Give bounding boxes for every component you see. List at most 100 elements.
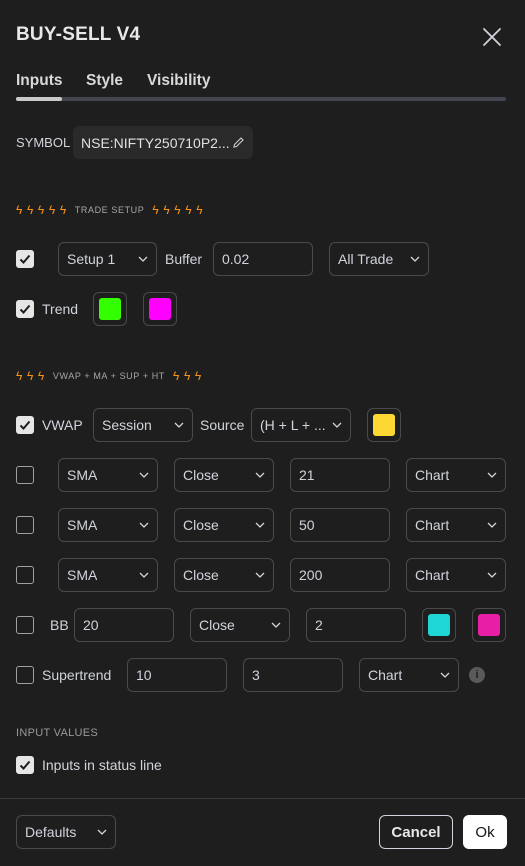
bb-length-input[interactable]: 20 [74,608,174,642]
trend-down-color-swatch[interactable] [143,292,177,326]
bb-source-select[interactable]: Close [190,608,290,642]
symbol-label: SYMBOL [16,135,71,150]
setup-select-value: Setup 1 [67,251,116,267]
bolt-icon: ϟ [163,203,171,217]
trade-mode-select[interactable]: All Trade [329,242,429,276]
ma2-checkbox[interactable] [16,516,34,534]
ma3-checkbox[interactable] [16,566,34,584]
ma1-type-value: SMA [67,467,98,483]
cancel-button[interactable]: Cancel [379,815,453,849]
ma2-source-select[interactable]: Close [174,508,274,542]
footer-divider [0,798,525,799]
chevron-down-icon [139,472,149,478]
bb-source-value: Close [199,617,235,633]
chevron-down-icon [139,522,149,528]
ma2-length-input[interactable]: 50 [290,508,390,542]
tab-visibility[interactable]: Visibility [147,72,210,90]
chevron-down-icon [487,572,497,578]
chevron-down-icon [174,422,184,428]
chevron-down-icon [487,522,497,528]
setup-checkbox[interactable] [16,250,34,268]
bb-mult-input[interactable]: 2 [306,608,406,642]
vwap-checkbox[interactable] [16,416,34,434]
trend-checkbox[interactable] [16,300,34,318]
ma3-source-value: Close [183,567,219,583]
bolt-icon: ϟ [152,203,160,217]
bb-upper-color-swatch[interactable] [422,608,456,642]
ma2-source-value: Close [183,517,219,533]
bolt-icon: ϟ [26,369,34,383]
ma2-timeframe-select[interactable]: Chart [406,508,506,542]
chevron-down-icon [139,572,149,578]
supertrend-checkbox[interactable] [16,666,34,684]
chevron-down-icon [255,472,265,478]
source-label: Source [200,417,245,433]
bb-checkbox[interactable] [16,616,34,634]
ma1-source-select[interactable]: Close [174,458,274,492]
input-values-header: INPUT VALUES [16,727,99,739]
color-fill [149,298,171,320]
color-fill [373,414,395,436]
tab-style[interactable]: Style [86,72,123,90]
ma1-timeframe-select[interactable]: Chart [406,458,506,492]
chevron-down-icon [255,522,265,528]
chevron-down-icon [332,422,342,428]
color-fill [428,614,450,636]
chevron-down-icon [255,572,265,578]
trade-setup-header: ϟϟϟϟϟ TRADE SETUP ϟϟϟϟϟ [16,203,203,217]
symbol-field[interactable]: NSE:NIFTY250710P2... [73,126,253,159]
bb-label: BB [50,617,69,633]
bolt-icon: ϟ [172,369,180,383]
bolt-icon: ϟ [48,203,56,217]
buffer-input[interactable]: 0.02 [213,242,313,276]
check-icon [19,304,31,314]
bb-lower-color-swatch[interactable] [472,608,506,642]
chevron-down-icon [487,472,497,478]
info-icon[interactable]: i [469,667,485,683]
vwap-anchor-value: Session [102,417,152,433]
status-line-checkbox[interactable] [16,756,34,774]
bolt-icon: ϟ [16,369,23,383]
ma3-source-select[interactable]: Close [174,558,274,592]
ma1-length-input[interactable]: 21 [290,458,390,492]
vwap-color-swatch[interactable] [367,408,401,442]
color-fill [99,298,121,320]
ma3-type-select[interactable]: SMA [58,558,158,592]
bolt-icon: ϟ [196,203,204,217]
ma1-type-select[interactable]: SMA [58,458,158,492]
vwap-section-header: ϟϟϟ VWAP + MA + SUP + HT ϟϟϟ [16,369,202,383]
ma3-length-input[interactable]: 200 [290,558,390,592]
vwap-label: VWAP [42,417,83,433]
chevron-down-icon [440,672,450,678]
bolt-icon: ϟ [37,203,45,217]
chevron-down-icon [138,256,148,262]
trend-up-color-swatch[interactable] [93,292,127,326]
tab-inputs[interactable]: Inputs [16,72,63,90]
ma3-timeframe-select[interactable]: Chart [406,558,506,592]
bolt-icon: ϟ [16,203,23,217]
supertrend-period-input[interactable]: 10 [127,658,227,692]
trade-setup-title: TRADE SETUP [74,205,145,215]
vwap-source-select[interactable]: (H + L + ... [251,408,351,442]
check-icon [19,420,31,430]
bolt-icon: ϟ [37,369,45,383]
bolt-icon: ϟ [183,369,191,383]
pencil-icon[interactable] [232,136,245,149]
supertrend-factor-input[interactable]: 3 [243,658,343,692]
vwap-source-value: (H + L + ... [260,417,326,433]
chevron-down-icon [97,829,107,835]
ma2-type-select[interactable]: SMA [58,508,158,542]
bolt-icon: ϟ [26,203,34,217]
close-icon[interactable] [481,26,503,48]
ma1-checkbox[interactable] [16,466,34,484]
supertrend-timeframe-select[interactable]: Chart [359,658,459,692]
supertrend-timeframe-value: Chart [368,667,403,683]
ma2-timeframe-value: Chart [415,517,450,533]
ma1-source-value: Close [183,467,219,483]
ma1-timeframe-value: Chart [415,467,450,483]
setup-select[interactable]: Setup 1 [58,242,157,276]
defaults-select[interactable]: Defaults [16,815,116,849]
vwap-anchor-select[interactable]: Session [93,408,193,442]
ok-button[interactable]: Ok [463,815,507,849]
buffer-label: Buffer [165,251,203,267]
